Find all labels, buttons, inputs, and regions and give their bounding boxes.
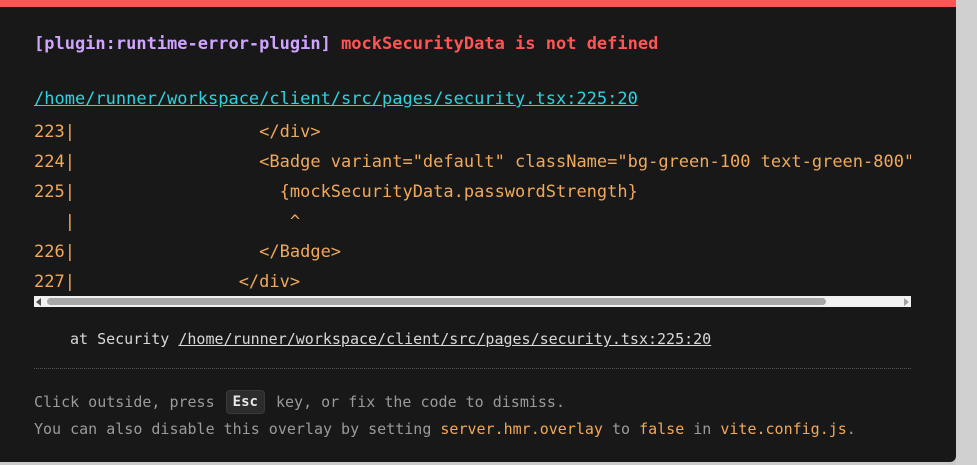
tip-text: . [846,420,856,438]
stack-file-link[interactable]: /home/runner/workspace/client/src/pages/… [178,330,711,348]
dismiss-tip: Click outside, press Esc key, or fix the… [34,390,565,415]
stack-prefix: at Security [70,330,170,348]
code-line: 223| </div> [34,122,321,142]
error-message: [plugin:runtime-error-plugin] mockSecuri… [34,34,658,54]
error-file-link[interactable]: /home/runner/workspace/client/src/pages/… [34,89,638,109]
code-lines: 223| </div> 224| <Badge variant="default… [34,117,911,297]
config-value: false [639,420,685,438]
tip-text: key, or fix the code to dismiss. [266,393,565,411]
esc-key: Esc [225,390,265,414]
page-backdrop[interactable] [956,0,977,465]
code-line: 225| {mockSecurityData.passwordStrength} [34,182,638,202]
tip-text: in [684,420,721,438]
plugin-name: [plugin:runtime-error-plugin] [34,34,331,54]
scrollbar-thumb[interactable] [47,298,826,305]
config-file: vite.config.js [720,420,847,438]
tip-text: You can also disable this overlay by set… [34,420,441,438]
disable-overlay-tip: You can also disable this overlay by set… [34,420,856,438]
code-line: 227| </div> [34,272,301,292]
error-overlay[interactable]: [plugin:runtime-error-plugin] mockSecuri… [0,0,956,462]
scroll-left-arrow-icon[interactable] [36,298,41,306]
config-key: server.hmr.overlay [440,420,603,438]
code-line-caret: | ^ [34,212,301,232]
code-line: 226| </Badge> [34,242,342,262]
tip-text: to [602,420,640,438]
scroll-right-arrow-icon[interactable] [904,298,909,306]
tip-text: Click outside, press [34,393,224,411]
error-text: mockSecurityData is not defined [341,34,659,54]
code-line: 224| <Badge variant="default" className=… [34,152,911,172]
code-frame[interactable]: 223| </div> 224| <Badge variant="default… [34,117,911,309]
stack-trace: at Security /home/runner/workspace/clien… [70,330,711,348]
divider [34,368,911,369]
horizontal-scrollbar[interactable] [34,296,911,307]
